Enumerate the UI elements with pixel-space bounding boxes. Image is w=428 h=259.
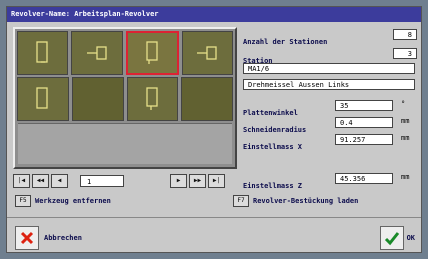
schneidenradius-label: Schneidenradius bbox=[243, 126, 307, 134]
plattenwinkel-label: Plattenwinkel bbox=[243, 109, 298, 117]
window-title: Revolver-Name: Arbeitsplan-Revolver bbox=[7, 7, 421, 22]
first-page-button[interactable]: |◀ bbox=[13, 174, 30, 188]
fast-forward-button[interactable]: ▶▶ bbox=[189, 174, 206, 188]
degree-unit: ° bbox=[401, 100, 406, 108]
f7-key: F7 bbox=[233, 195, 249, 207]
einstellmass-x-field[interactable]: 91.257 bbox=[335, 134, 393, 145]
mm-unit: mm bbox=[401, 117, 410, 125]
schneidenradius-field[interactable]: 0.4 bbox=[335, 117, 393, 128]
next-button[interactable]: ▶ bbox=[170, 174, 187, 188]
remove-tool-button[interactable]: F5 Werkzeug entfernen bbox=[15, 195, 111, 207]
station-detail-area bbox=[18, 123, 232, 164]
turret-station-grid bbox=[13, 27, 237, 169]
einstellmass-x-label: Einstellmass X bbox=[243, 143, 303, 151]
station-row-top bbox=[15, 29, 235, 77]
ok-button[interactable]: OK bbox=[379, 226, 415, 250]
station-row-bottom bbox=[15, 75, 235, 123]
cancel-icon bbox=[15, 226, 39, 250]
plattenwinkel-field[interactable]: 35 bbox=[335, 100, 393, 111]
station-8[interactable] bbox=[17, 77, 69, 121]
page-field[interactable]: 1 bbox=[80, 175, 124, 187]
tool-holder-icon bbox=[146, 87, 159, 110]
station-7[interactable] bbox=[71, 77, 124, 121]
dialog-footer: Abbrechen OK bbox=[7, 217, 421, 253]
fast-back-button[interactable]: ◀◀ bbox=[32, 174, 49, 188]
tool-holder-icon bbox=[86, 46, 107, 60]
f5-key: F5 bbox=[15, 195, 31, 207]
tool-holder-icon bbox=[36, 87, 48, 109]
tool-holder-icon bbox=[35, 41, 48, 63]
prev-button[interactable]: ◀ bbox=[51, 174, 68, 188]
mm-unit: mm bbox=[401, 173, 410, 181]
tool-holder-icon bbox=[197, 46, 218, 60]
tool-description-field[interactable]: Drehmeissel Aussen Links bbox=[243, 79, 415, 90]
checkmark-icon bbox=[379, 226, 404, 250]
station-pager: |◀ ◀◀ ◀ 1 ▶ ▶▶ ▶| bbox=[13, 172, 237, 190]
station-2[interactable] bbox=[71, 31, 123, 75]
remove-tool-label: Werkzeug entfernen bbox=[35, 197, 111, 205]
load-turret-button[interactable]: F7 Revolver-Bestückung laden bbox=[233, 195, 358, 207]
ok-label: OK bbox=[406, 234, 415, 242]
anzahl-field[interactable]: 8 bbox=[393, 29, 417, 40]
mm-unit: mm bbox=[401, 134, 410, 142]
revolver-dialog: Revolver-Name: Arbeitsplan-Revolver |◀ ◀… bbox=[6, 6, 422, 253]
station-6[interactable] bbox=[126, 77, 179, 121]
station-5[interactable] bbox=[181, 77, 233, 121]
station-field[interactable]: 3 bbox=[393, 48, 417, 59]
station-4[interactable] bbox=[181, 31, 233, 75]
load-turret-label: Revolver-Bestückung laden bbox=[253, 197, 359, 205]
last-page-button[interactable]: ▶| bbox=[208, 174, 225, 188]
tool-holder-icon bbox=[146, 41, 158, 64]
station-3-selected[interactable] bbox=[125, 31, 179, 75]
station-1[interactable] bbox=[17, 31, 69, 75]
cancel-button[interactable]: Abbrechen bbox=[15, 226, 82, 250]
cancel-label: Abbrechen bbox=[44, 234, 82, 242]
anzahl-label: Anzahl der Stationen bbox=[243, 38, 328, 46]
tool-name-field[interactable]: MA1/6 bbox=[243, 63, 415, 74]
einstellmass-z-label: Einstellmass Z bbox=[243, 182, 303, 190]
einstellmass-z-field[interactable]: 45.356 bbox=[335, 173, 393, 184]
